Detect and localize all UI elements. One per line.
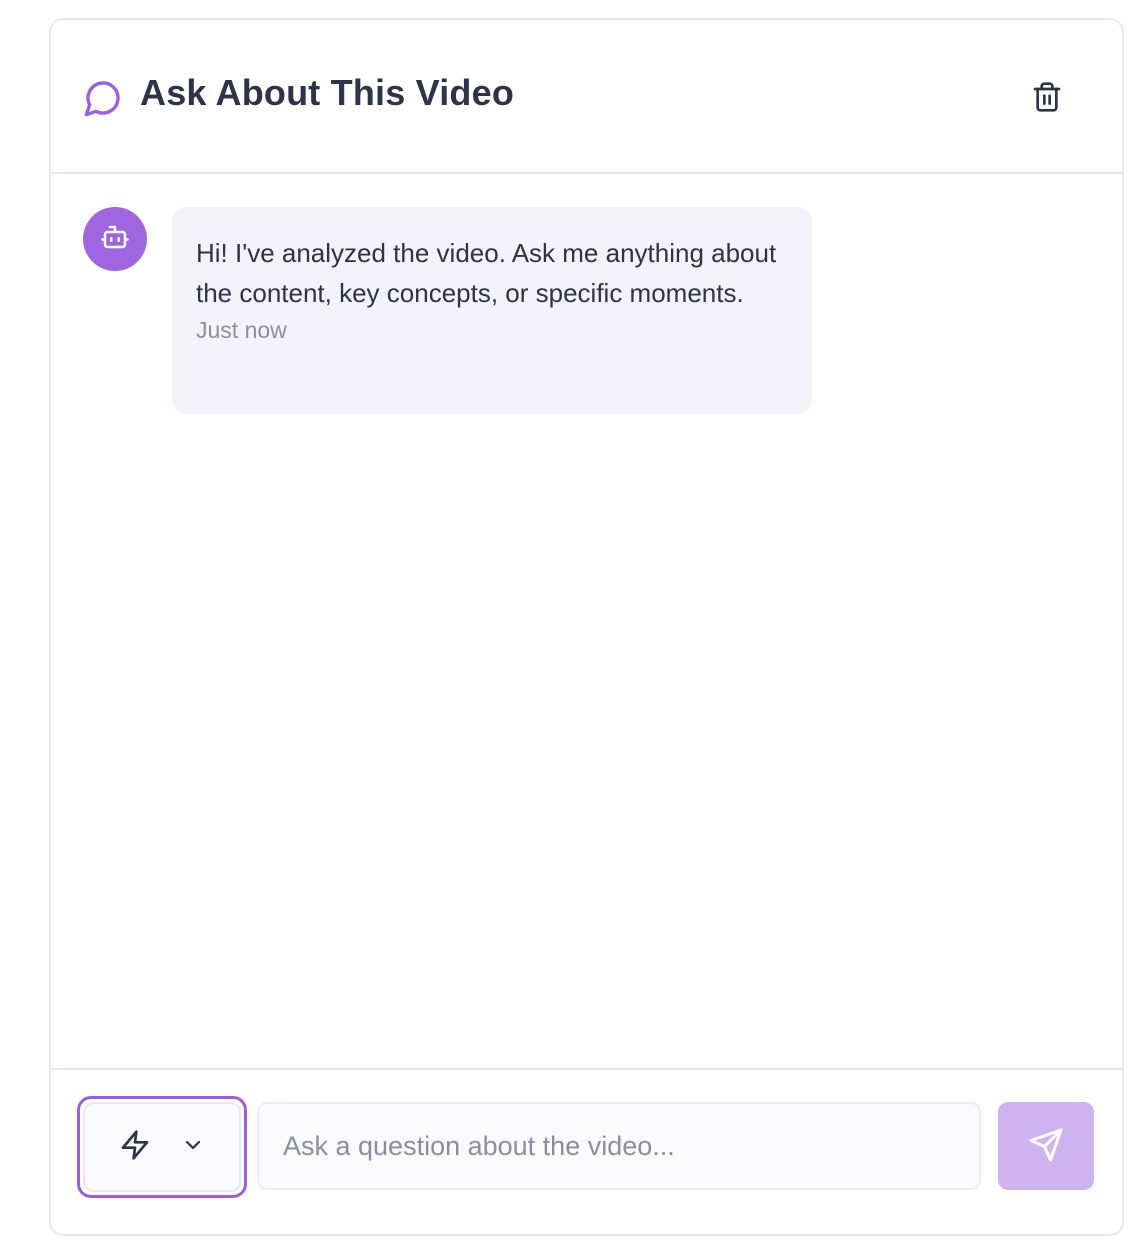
chat-bubble-icon	[83, 78, 123, 118]
message-list[interactable]: Hi! I've analyzed the video. Ask me anyt…	[51, 174, 1122, 1068]
chat-panel: Ask About This Video Hi! I've analyzed t…	[49, 18, 1124, 1236]
composer	[51, 1068, 1122, 1234]
lightning-icon	[119, 1129, 151, 1166]
bot-icon	[100, 222, 130, 257]
assistant-avatar	[83, 207, 147, 271]
trash-icon	[1031, 81, 1063, 118]
page-title: Ask About This Video	[140, 72, 515, 113]
mode-dropdown-inner[interactable]	[83, 1102, 241, 1192]
question-input[interactable]	[257, 1102, 981, 1190]
mode-dropdown[interactable]	[77, 1096, 247, 1198]
send-button[interactable]	[998, 1102, 1094, 1190]
clear-chat-button[interactable]	[1024, 76, 1070, 122]
chat-header: Ask About This Video	[51, 20, 1122, 174]
message-text: Hi! I've analyzed the video. Ask me anyt…	[196, 238, 777, 308]
send-icon	[1028, 1127, 1064, 1166]
chevron-down-icon	[181, 1133, 205, 1162]
message-timestamp: Just now	[196, 317, 287, 343]
assistant-message: Hi! I've analyzed the video. Ask me anyt…	[172, 207, 812, 414]
